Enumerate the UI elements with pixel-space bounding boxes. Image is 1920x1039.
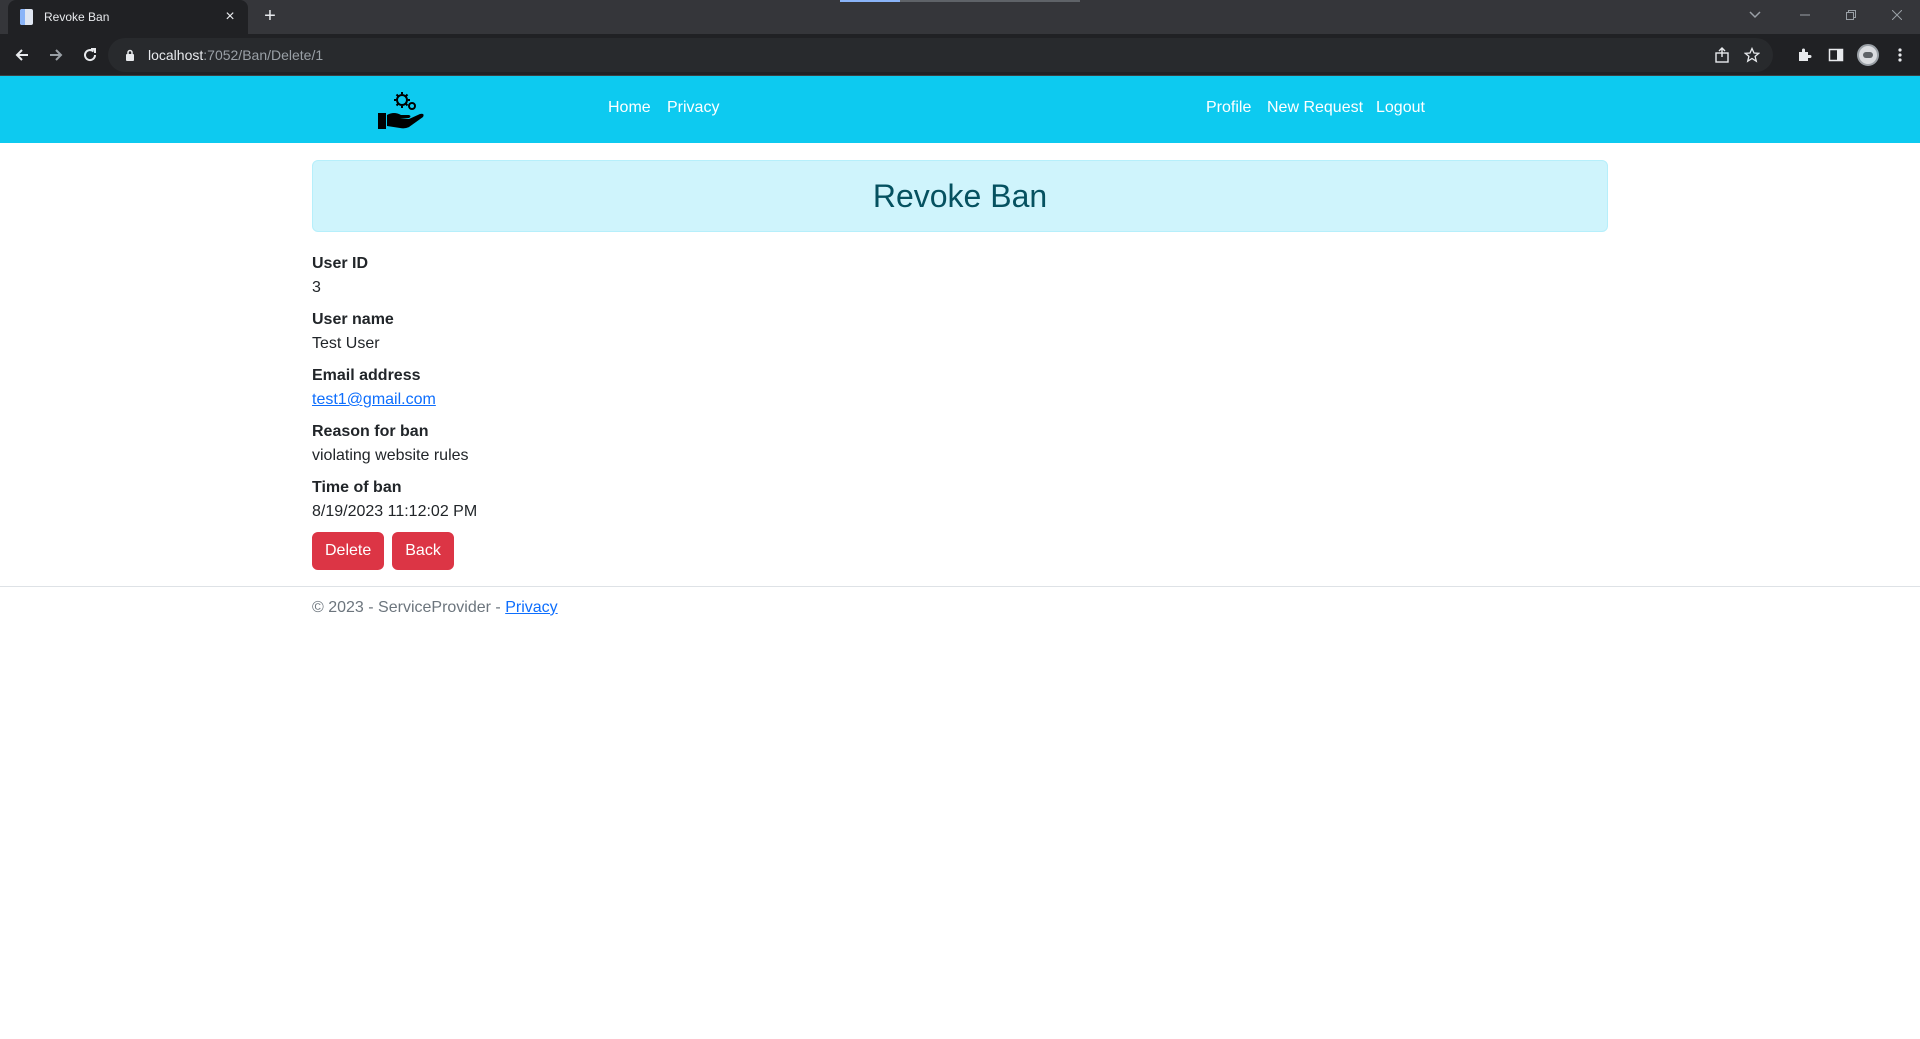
back-arrow-icon[interactable] <box>6 39 38 71</box>
nav-new-request-link[interactable]: New Request <box>1267 99 1363 117</box>
url-path: :7052/Ban/Delete/1 <box>203 47 324 63</box>
minimize-icon[interactable] <box>1782 0 1828 30</box>
page-favicon-icon <box>18 9 34 25</box>
forward-arrow-icon[interactable] <box>40 39 72 71</box>
page-title-banner: Revoke Ban <box>312 160 1608 232</box>
extensions-icon[interactable] <box>1788 39 1820 71</box>
delete-button[interactable]: Delete <box>312 532 385 570</box>
email-link[interactable]: test1@gmail.com <box>312 391 436 408</box>
nav-home-link[interactable]: Home <box>608 99 651 117</box>
profile-avatar[interactable] <box>1852 39 1884 71</box>
back-button[interactable]: Back <box>392 532 454 570</box>
lock-icon[interactable] <box>122 47 138 63</box>
tab-close-icon[interactable]: × <box>222 9 238 25</box>
nav-logout-link[interactable]: Logout <box>1376 99 1425 117</box>
close-window-icon[interactable] <box>1874 0 1920 30</box>
field-label: User name <box>312 311 394 328</box>
tab-title: Revoke Ban <box>44 10 110 24</box>
nav-privacy-link[interactable]: Privacy <box>667 99 719 117</box>
browser-tab[interactable]: Revoke Ban × <box>8 0 248 34</box>
reload-icon[interactable] <box>74 39 106 71</box>
browser-tab-strip: Revoke Ban × + <box>0 0 1920 34</box>
main-content: Revoke Ban User ID 3 User name Test User… <box>312 160 1608 570</box>
new-tab-button[interactable]: + <box>258 5 282 29</box>
footer-privacy-link[interactable]: Privacy <box>505 599 557 616</box>
tab-loading-bar-fill <box>840 0 900 2</box>
field-email-address: Email address test1@gmail.com <box>312 364 1608 412</box>
share-icon[interactable] <box>1713 46 1731 64</box>
field-reason-for-ban: Reason for ban violating website rules <box>312 420 1608 468</box>
restore-icon[interactable] <box>1828 0 1874 30</box>
page-title: Revoke Ban <box>872 177 1048 214</box>
form-actions: Delete Back <box>312 532 1608 570</box>
field-label: Reason for ban <box>312 423 429 440</box>
field-label: Email address <box>312 367 421 384</box>
field-value: Test User <box>312 335 380 352</box>
browser-menu-icon[interactable] <box>1884 39 1916 71</box>
url-host: localhost <box>148 47 204 63</box>
field-value: 8/19/2023 11:12:02 PM <box>312 503 478 520</box>
field-time-of-ban: Time of ban 8/19/2023 11:12:02 PM <box>312 476 1608 524</box>
nav-profile-link[interactable]: Profile <box>1206 99 1251 117</box>
ban-details: User ID 3 User name Test User Email addr… <box>312 252 1608 524</box>
field-label: Time of ban <box>312 479 402 496</box>
address-bar[interactable]: localhost:7052/Ban/Delete/1 <box>108 38 1773 72</box>
field-user-id: User ID 3 <box>312 252 1608 300</box>
site-navbar: Home Privacy Profile New Request Logout <box>0 76 1920 143</box>
side-panel-icon[interactable] <box>1820 39 1852 71</box>
field-value: 3 <box>312 279 321 296</box>
field-label: User ID <box>312 255 369 272</box>
browser-toolbar: localhost:7052/Ban/Delete/1 <box>0 34 1920 76</box>
footer: © 2023 - ServiceProvider - Privacy <box>0 586 1920 616</box>
field-value: violating website rules <box>312 447 469 464</box>
tab-loading-bar <box>840 0 1080 2</box>
footer-copyright: © 2023 - ServiceProvider - <box>312 599 506 616</box>
field-value: test1@gmail.com <box>312 388 1608 412</box>
tab-search-icon[interactable] <box>1740 0 1770 30</box>
service-hand-gear-logo-icon[interactable] <box>376 90 428 132</box>
bookmark-star-icon[interactable] <box>1743 46 1761 64</box>
field-user-name: User name Test User <box>312 308 1608 356</box>
